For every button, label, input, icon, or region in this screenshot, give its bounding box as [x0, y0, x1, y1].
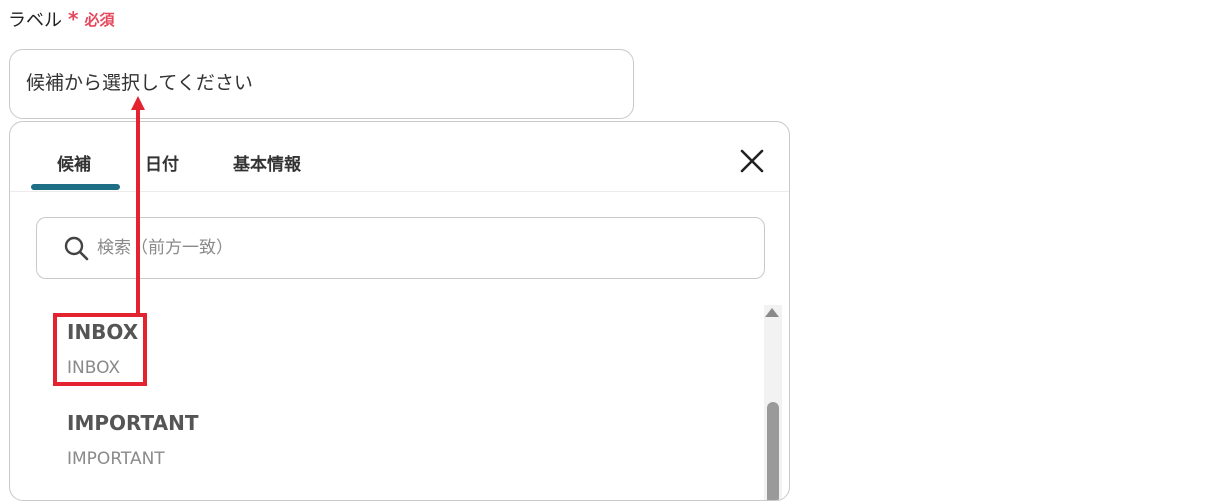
- close-icon[interactable]: [737, 146, 767, 176]
- field-label-row: ラベル * 必須: [8, 6, 114, 32]
- scrollbar-thumb[interactable]: [767, 402, 779, 500]
- annotation-highlight-box: [53, 313, 147, 386]
- scroll-up-arrow-icon[interactable]: [765, 308, 779, 317]
- candidate-dropdown-panel: 候補 日付 基本情報 INBOX INBOX IMPORTANT IMPORTA…: [9, 121, 790, 501]
- item-subtitle: IMPORTANT: [67, 449, 165, 469]
- list-item-important[interactable]: IMPORTANT IMPORTANT: [67, 411, 198, 469]
- tab-basic-info[interactable]: 基本情報: [233, 150, 301, 175]
- select-placeholder: 候補から選択してください: [26, 72, 253, 94]
- tab-bar: 候補 日付 基本情報: [10, 122, 789, 192]
- field-label: ラベル: [8, 10, 62, 31]
- search-icon: [64, 236, 89, 261]
- required-text: 必須: [84, 10, 115, 29]
- tab-candidates[interactable]: 候補: [57, 150, 91, 175]
- active-tab-indicator: [31, 184, 120, 190]
- label-select-field[interactable]: 候補から選択してください: [9, 49, 634, 119]
- tab-date[interactable]: 日付: [145, 150, 179, 175]
- search-input[interactable]: [97, 238, 697, 258]
- item-title: IMPORTANT: [67, 411, 199, 435]
- search-box: [36, 217, 765, 279]
- required-asterisk: *: [68, 7, 79, 31]
